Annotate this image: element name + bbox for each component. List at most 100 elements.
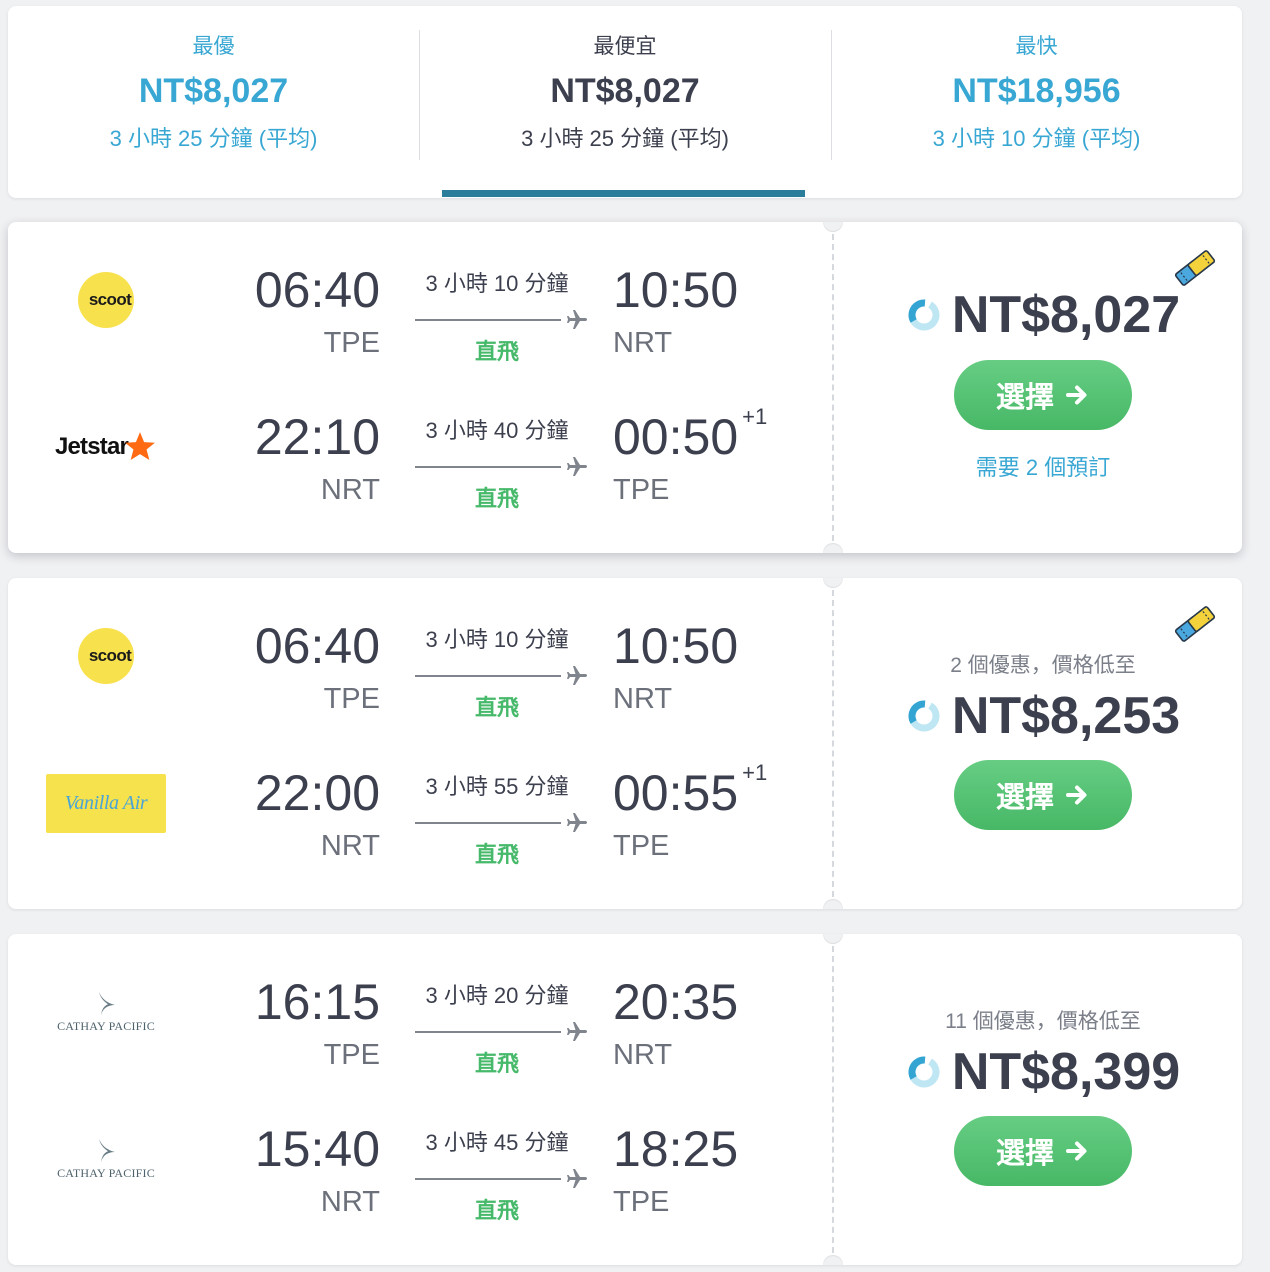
day-offset: +1 <box>742 760 768 785</box>
departure-airport: NRT <box>320 1186 380 1218</box>
route-line <box>415 466 561 468</box>
price-row: NT$8,253 <box>906 688 1180 744</box>
airline-logo: CATHAY PACIFIC <box>44 1129 168 1189</box>
return-leg: Vanilla Air 22:00 NRT 3 小時 55 分鐘 直飛 00:5… <box>8 755 833 875</box>
tickets-icon <box>1174 250 1216 286</box>
arrival: 10:50 <box>613 618 738 674</box>
result-card[interactable]: scoot 06:40 TPE 3 小時 10 分鐘 直飛 10:50 NRT … <box>8 222 1242 553</box>
route-line <box>415 1031 561 1033</box>
departure-time: 22:00 <box>254 765 380 821</box>
tab-cheapest[interactable]: 最便宜 NT$8,027 3 小時 25 分鐘 (平均) <box>419 6 831 198</box>
jetstar-logo: Jetstar <box>55 430 157 464</box>
arrival: 00:55 +1 <box>613 761 767 822</box>
arrival-airport: NRT <box>613 683 673 715</box>
result-card[interactable]: CATHAY PACIFIC 16:15 TPE 3 小時 20 分鐘 直飛 2… <box>8 934 1242 1265</box>
cathay-swoosh-icon <box>99 991 115 1015</box>
tab-price: NT$18,956 <box>952 72 1121 110</box>
price: NT$8,027 <box>951 286 1181 344</box>
scoot-logo: scoot <box>78 272 134 328</box>
arrival-airport: TPE <box>613 830 670 862</box>
stops-label: 直飛 <box>474 695 519 720</box>
airline-logo: scoot <box>44 626 168 686</box>
airline-name: CATHAY PACIFIC <box>57 1018 155 1033</box>
flight-duration: 3 小時 55 分鐘 <box>425 774 569 799</box>
arrival-time: 00:55 <box>613 765 739 821</box>
airline-name: CATHAY PACIFIC <box>57 1165 155 1180</box>
stops-label: 直飛 <box>474 486 519 511</box>
select-button[interactable]: 選擇 <box>954 759 1132 830</box>
cathay-pacific-logo: CATHAY PACIFIC <box>57 991 155 1034</box>
itinerary: scoot 06:40 TPE 3 小時 10 分鐘 直飛 10:50 NRT … <box>8 578 833 909</box>
sort-tabs: 最優 NT$8,027 3 小時 25 分鐘 (平均) 最便宜 NT$8,027… <box>8 6 1242 198</box>
arrival-airport: TPE <box>613 474 670 506</box>
arrival: 10:50 <box>613 262 738 318</box>
select-label: 選擇 <box>995 382 1054 414</box>
route-line <box>415 822 561 824</box>
arrival: 18:25 <box>613 1121 738 1177</box>
vanilla-air-logo: Vanilla Air <box>46 773 166 833</box>
arrival-time: 00:50 <box>613 409 739 465</box>
stops-label: 直飛 <box>474 842 519 867</box>
airline-name: scoot <box>88 290 132 309</box>
tab-best[interactable]: 最優 NT$8,027 3 小時 25 分鐘 (平均) <box>8 6 419 198</box>
tab-fastest[interactable]: 最快 NT$18,956 3 小時 10 分鐘 (平均) <box>831 6 1242 198</box>
departure-time: 22:10 <box>254 409 380 465</box>
price-panel: 11 個優惠，價格低至 NT$8,399 選擇 <box>834 934 1242 1265</box>
route-line <box>415 675 561 677</box>
departure-airport: NRT <box>320 830 380 862</box>
arrival: 20:35 <box>613 974 738 1030</box>
flight-duration: 3 小時 10 分鐘 <box>425 271 569 296</box>
flight-duration: 3 小時 40 分鐘 <box>425 418 569 443</box>
airline-name: scoot <box>88 646 132 665</box>
return-leg: Jetstar 22:10 NRT 3 小時 40 分鐘 直飛 00:50 +1… <box>8 399 833 519</box>
star-icon <box>125 432 155 461</box>
tab-price: NT$8,027 <box>138 72 289 110</box>
airline-name: Vanilla Air <box>64 791 148 814</box>
arrival-time: 18:25 <box>613 1121 739 1177</box>
airline-logo: Jetstar <box>44 417 168 477</box>
tab-duration: 3 小時 25 分鐘 (平均) <box>521 126 729 151</box>
itinerary: scoot 06:40 TPE 3 小時 10 分鐘 直飛 10:50 NRT … <box>8 222 833 553</box>
stops-label: 直飛 <box>474 1051 519 1076</box>
route-line <box>415 319 561 321</box>
tab-label: 最便宜 <box>593 35 657 58</box>
plane-icon <box>567 666 587 685</box>
tickets-icon <box>1174 606 1216 642</box>
departure-time: 06:40 <box>254 618 380 674</box>
price-panel: NT$8,027 選擇 需要 2 個預訂 <box>834 222 1242 553</box>
arrival-time: 20:35 <box>613 974 739 1030</box>
flight-duration: 3 小時 45 分鐘 <box>425 1130 569 1155</box>
ring-icon <box>908 299 940 331</box>
booking-note: 需要 2 個預訂 <box>975 455 1111 480</box>
stops-label: 直飛 <box>474 1198 519 1223</box>
day-offset: +1 <box>742 404 768 429</box>
airline-logo: Vanilla Air <box>44 773 168 833</box>
tab-duration: 3 小時 10 分鐘 (平均) <box>932 126 1141 151</box>
result-card[interactable]: scoot 06:40 TPE 3 小時 10 分鐘 直飛 10:50 NRT … <box>8 578 1242 909</box>
scoot-logo: scoot <box>78 628 134 684</box>
deals-text: 11 個優惠，價格低至 <box>945 1009 1141 1033</box>
tab-duration: 3 小時 25 分鐘 (平均) <box>109 126 318 151</box>
airline-logo: scoot <box>44 270 168 330</box>
tab-label: 最快 <box>1015 35 1058 58</box>
tab-price: NT$8,027 <box>550 72 700 110</box>
plane-icon <box>567 457 587 476</box>
deals-text: 2 個優惠，價格低至 <box>950 653 1136 677</box>
arrival: 00:50 +1 <box>613 405 767 466</box>
price: NT$8,253 <box>951 686 1181 745</box>
departure-airport: NRT <box>320 474 380 506</box>
price-panel: 2 個優惠，價格低至 NT$8,253 選擇 <box>834 578 1242 909</box>
arrival-airport: NRT <box>613 327 673 359</box>
flight-duration: 3 小時 20 分鐘 <box>425 983 569 1008</box>
outbound-leg: scoot 06:40 TPE 3 小時 10 分鐘 直飛 10:50 NRT <box>8 608 833 728</box>
outbound-leg: scoot 06:40 TPE 3 小時 10 分鐘 直飛 10:50 NRT <box>8 252 833 372</box>
itinerary: CATHAY PACIFIC 16:15 TPE 3 小時 20 分鐘 直飛 2… <box>8 934 833 1265</box>
arrival-time: 10:50 <box>613 618 739 674</box>
arrow-right-icon <box>1066 785 1087 804</box>
select-button[interactable]: 選擇 <box>954 360 1132 430</box>
select-button[interactable]: 選擇 <box>954 1115 1132 1186</box>
select-label: 選擇 <box>995 781 1054 814</box>
tab-label: 最優 <box>192 35 235 58</box>
outbound-leg: CATHAY PACIFIC 16:15 TPE 3 小時 20 分鐘 直飛 2… <box>8 964 833 1084</box>
arrival-airport: TPE <box>613 1186 670 1218</box>
